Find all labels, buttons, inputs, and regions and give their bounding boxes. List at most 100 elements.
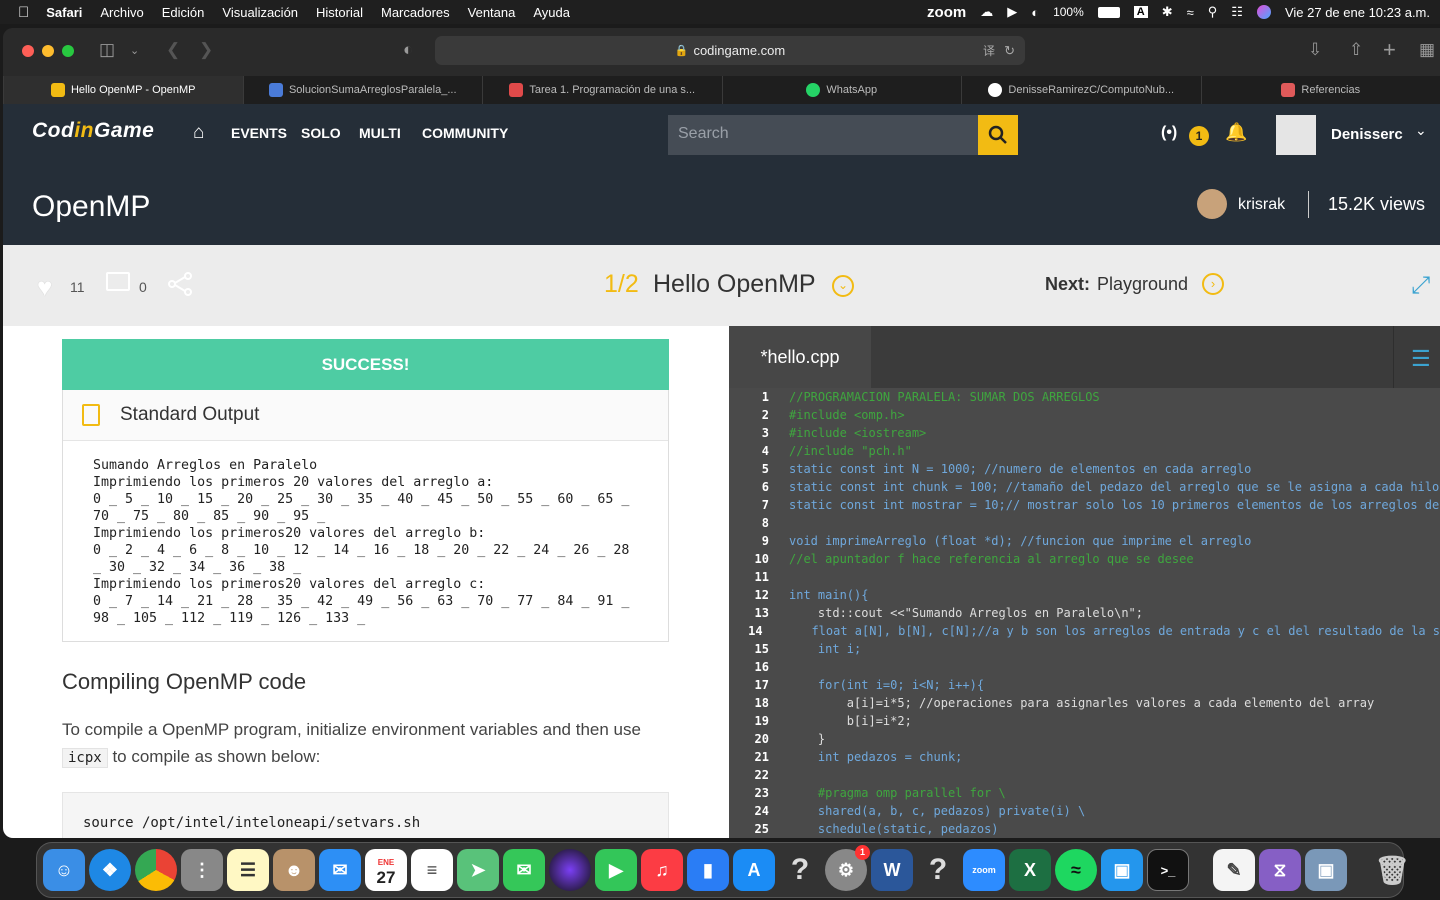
nav-multi[interactable]: MULTI	[359, 125, 401, 141]
preview-icon[interactable]: ▣	[1305, 849, 1347, 891]
battery-icon[interactable]	[1097, 6, 1120, 18]
home-icon[interactable]: ⌂	[193, 122, 204, 144]
code-line[interactable]: 24 shared(a, b, c, pedazos) private(i) \	[729, 802, 1440, 820]
code-text[interactable]: int i;	[773, 642, 861, 656]
finder-icon[interactable]: ☺	[43, 849, 85, 891]
author-avatar[interactable]	[1197, 189, 1227, 219]
close-window-button[interactable]	[22, 45, 34, 57]
new-tab-icon[interactable]: +	[1383, 37, 1396, 63]
code-text[interactable]: static const int mostrar = 10;// mostrar…	[773, 498, 1439, 512]
facetime-icon[interactable]: ▶	[595, 849, 637, 891]
code-line[interactable]: 20 }	[729, 730, 1440, 748]
unknown-app-icon[interactable]: ?	[779, 849, 821, 891]
code-line[interactable]: 12 int main(){	[729, 586, 1440, 604]
code-line[interactable]: 16	[729, 658, 1440, 676]
maps-icon[interactable]: ➤	[457, 849, 499, 891]
code-line[interactable]: 13 std::cout <<"Sumando Arreglos en Para…	[729, 604, 1440, 622]
code-text[interactable]: #include <omp.h>	[773, 408, 905, 422]
vpn-icon[interactable]: ◐	[1031, 5, 1039, 20]
share-icon[interactable]	[167, 272, 193, 296]
code-line[interactable]: 14 float a[N], b[N], c[N];//a y b son lo…	[729, 622, 1440, 640]
code-line[interactable]: 21 int pedazos = chunk;	[729, 748, 1440, 766]
textedit-icon[interactable]: ✎	[1213, 849, 1255, 891]
tab-github[interactable]: DenisseRamirezC/ComputoNub...	[961, 76, 1201, 104]
heart-icon[interactable]: ♥	[37, 272, 52, 303]
trash-icon[interactable]: 🗑	[1371, 849, 1413, 891]
tab-referencias[interactable]: Referencias	[1200, 76, 1440, 104]
bell-icon[interactable]: 🔔	[1225, 122, 1247, 143]
app-store-icon[interactable]: A	[733, 849, 775, 891]
nav-events[interactable]: EVENTS	[231, 125, 287, 141]
code-line[interactable]: 8	[729, 514, 1440, 532]
fullscreen-icon[interactable]: ⤢	[1411, 272, 1430, 300]
messages-icon[interactable]: ✉	[503, 849, 545, 891]
bluetooth-icon[interactable]: ✱	[1162, 4, 1173, 20]
tab-solucion-suma[interactable]: SolucionSumaArreglosParalela_...	[242, 76, 483, 104]
broadcast-icon[interactable]: (•)	[1161, 124, 1177, 142]
apple-menu-icon[interactable]: 	[0, 4, 37, 21]
reminders-icon[interactable]: ≡	[411, 849, 453, 891]
notes-icon[interactable]: ☰	[227, 849, 269, 891]
menu-ayuda[interactable]: Ayuda	[524, 5, 579, 20]
code-text[interactable]: shared(a, b, c, pedazos) private(i) \	[773, 804, 1085, 818]
forward-button[interactable]: ❯	[199, 40, 213, 60]
contacts-icon[interactable]: ☻	[273, 849, 315, 891]
code-text[interactable]: #pragma omp parallel for \	[773, 786, 1006, 800]
wifi-icon[interactable]: ≈	[1187, 5, 1194, 20]
mail-icon[interactable]: ✉	[319, 849, 361, 891]
code-line[interactable]: 19 b[i]=i*2;	[729, 712, 1440, 730]
code-line[interactable]: 15 int i;	[729, 640, 1440, 658]
code-line[interactable]: 10 //el apuntador f hace referencia al ar…	[729, 550, 1440, 568]
author-name[interactable]: krisrak	[1238, 196, 1285, 214]
code-line[interactable]: 11	[729, 568, 1440, 586]
code-text[interactable]: //el apuntador f hace referencia al arre…	[773, 552, 1194, 566]
share-icon[interactable]: ⇧	[1349, 40, 1363, 60]
menu-visualizacion[interactable]: Visualización	[213, 5, 307, 20]
code-text[interactable]: a[i]=i*5; //operaciones para asignarles …	[773, 696, 1374, 710]
zoom-status[interactable]: zoom	[927, 4, 966, 21]
code-text[interactable]: std::cout <<"Sumando Arreglos en Paralel…	[773, 606, 1143, 620]
tab-whatsapp[interactable]: WhatsApp	[721, 76, 962, 104]
code-text[interactable]: int main(){	[773, 588, 868, 602]
translate-icon[interactable]: 译	[983, 42, 995, 59]
chevron-down-icon[interactable]: ⌄	[130, 44, 139, 57]
code-line[interactable]: 1 //PROGRAMACION PARALELA: SUMAR DOS ARRE…	[729, 388, 1440, 406]
spotify-icon[interactable]: ≈	[1055, 849, 1097, 891]
code-text[interactable]: }	[773, 732, 825, 746]
zoom-app-icon[interactable]: zoom	[963, 849, 1005, 891]
control-center-icon[interactable]: ☷	[1231, 4, 1243, 20]
next-arrow-icon[interactable]: ›	[1202, 273, 1224, 295]
chrome-icon[interactable]	[135, 849, 177, 891]
code-line[interactable]: 18 a[i]=i*5; //operaciones para asignarl…	[729, 694, 1440, 712]
code-line[interactable]: 22	[729, 766, 1440, 784]
code-line[interactable]: 5 static const int N = 1000; //numero de …	[729, 460, 1440, 478]
menubar-clock[interactable]: Vie 27 de ene 10:23 a.m.	[1285, 5, 1430, 20]
code-line[interactable]: 9 void imprimeArreglo (float *d); //funci…	[729, 532, 1440, 550]
next-lesson-link[interactable]: Playground	[1097, 274, 1188, 295]
downloads-icon[interactable]: ⇩	[1308, 40, 1322, 60]
nav-solo[interactable]: SOLO	[301, 125, 341, 141]
menu-historial[interactable]: Historial	[307, 5, 372, 20]
unknown-app-icon[interactable]: ?	[917, 849, 959, 891]
sidebar-toggle-icon[interactable]: ◫	[99, 40, 115, 60]
comment-icon[interactable]	[106, 272, 130, 291]
code-line[interactable]: 6 static const int chunk = 100; //tamaño …	[729, 478, 1440, 496]
code-text[interactable]: schedule(static, pedazos)	[773, 822, 999, 836]
siri-icon[interactable]	[1256, 5, 1271, 19]
code-line[interactable]: 2 #include <omp.h>	[729, 406, 1440, 424]
docker-icon[interactable]: ▣	[1101, 849, 1143, 891]
tab-hello-openmp[interactable]: Hello OpenMP - OpenMP	[3, 76, 243, 104]
play-icon[interactable]: ▶	[1007, 4, 1017, 20]
code-text[interactable]: b[i]=i*2;	[773, 714, 912, 728]
siri-icon[interactable]	[549, 849, 591, 891]
code-text[interactable]: //include "pch.h"	[773, 444, 912, 458]
chevron-down-icon[interactable]: ⌄	[1415, 122, 1427, 139]
keynote-icon[interactable]: ▮	[687, 849, 729, 891]
search-input[interactable]: Search	[668, 115, 978, 155]
back-button[interactable]: ❮	[166, 40, 180, 60]
code-line[interactable]: 7 static const int mostrar = 10;// mostra…	[729, 496, 1440, 514]
code-text[interactable]: //PROGRAMACION PARALELA: SUMAR DOS ARREG…	[773, 390, 1100, 404]
code-text[interactable]: #include <iostream>	[773, 426, 926, 440]
minimize-window-button[interactable]	[42, 45, 54, 57]
address-bar[interactable]: 🔒 codingame.com 译 ↻	[435, 36, 1025, 65]
